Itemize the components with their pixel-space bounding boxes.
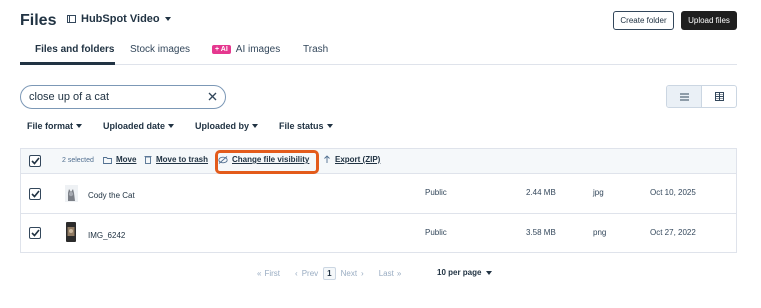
upload-files-button[interactable]: Upload files xyxy=(681,11,737,30)
search-value: close up of a cat xyxy=(29,91,110,103)
top-bar: Files HubSpot Video Create folder Upload… xyxy=(0,0,761,40)
filter-label: Uploaded by xyxy=(195,121,250,131)
chevron-down-icon xyxy=(164,17,171,21)
file-type: png xyxy=(593,228,607,237)
search-input[interactable]: close up of a cat xyxy=(20,85,226,109)
per-page-selector[interactable]: 10 per page xyxy=(437,268,493,277)
highlight-box xyxy=(215,150,319,174)
per-page-label: 10 per page xyxy=(437,268,482,277)
selected-count: 2 selected xyxy=(62,157,94,164)
file-date: Oct 27, 2022 xyxy=(650,228,696,237)
photo-thumbnail xyxy=(66,222,76,242)
current-page[interactable]: 1 xyxy=(323,267,336,280)
file-visibility: Public xyxy=(425,228,447,237)
file-visibility: Public xyxy=(425,188,447,197)
tab-files-and-folders[interactable]: Files and folders xyxy=(20,44,115,65)
view-toggle xyxy=(666,85,737,108)
list-icon xyxy=(679,93,689,100)
filter-label: File status xyxy=(279,121,324,131)
tab-stock-images[interactable]: Stock images xyxy=(130,44,190,65)
next-page-button[interactable]: Next xyxy=(341,269,357,278)
account-selector[interactable]: HubSpot Video xyxy=(67,13,171,25)
page-title: Files xyxy=(20,12,57,29)
export-zip-button[interactable]: Export (ZIP) xyxy=(323,155,380,164)
checkmark-icon xyxy=(30,229,40,237)
row-checkbox[interactable] xyxy=(29,188,41,200)
tab-trash[interactable]: Trash xyxy=(303,44,328,65)
trash-icon xyxy=(144,156,152,164)
tab-bar: Files and folders Stock images + AI AI im… xyxy=(20,40,737,65)
row-checkbox[interactable] xyxy=(29,227,41,239)
filter-label: File format xyxy=(27,121,74,131)
file-type: jpg xyxy=(593,188,604,197)
video-icon xyxy=(67,15,76,23)
chevron-down-icon xyxy=(252,124,259,128)
account-name: HubSpot Video xyxy=(81,13,160,25)
tab-label: AI images xyxy=(235,44,281,55)
close-icon[interactable] xyxy=(207,91,218,102)
filter-uploaded-by[interactable]: Uploaded by xyxy=(195,121,259,131)
chevron-down-icon xyxy=(486,270,493,275)
filter-bar: File format Uploaded date Uploaded by Fi… xyxy=(27,121,333,131)
file-size: 3.58 MB xyxy=(526,228,556,237)
checkmark-icon xyxy=(30,157,40,165)
filter-label: Uploaded date xyxy=(103,121,166,131)
ai-badge: + AI xyxy=(212,45,231,54)
file-name[interactable]: IMG_6242 xyxy=(88,231,125,240)
double-chevron-right-icon: » xyxy=(396,269,402,278)
file-name[interactable]: Cody the Cat xyxy=(88,191,135,200)
pagination: « First ‹ Prev 1 Next › Last » xyxy=(257,267,401,280)
list-view-button[interactable] xyxy=(667,86,702,107)
last-page-button[interactable]: Last xyxy=(379,269,394,278)
create-folder-button[interactable]: Create folder xyxy=(613,11,674,30)
tab-label: Trash xyxy=(303,44,329,55)
grid-icon xyxy=(714,92,724,101)
first-page-button[interactable]: First xyxy=(264,269,280,278)
file-size: 2.44 MB xyxy=(526,188,556,197)
tab-label: Stock images xyxy=(130,44,191,55)
chevron-down-icon xyxy=(168,124,175,128)
table-row[interactable]: IMG_6242 Public 3.58 MB png Oct 27, 2022 xyxy=(21,214,736,252)
move-to-trash-label: Move to trash xyxy=(156,155,209,164)
move-to-trash-button[interactable]: Move to trash xyxy=(144,155,208,164)
chevron-right-icon: › xyxy=(361,269,364,278)
grid-view-button[interactable] xyxy=(702,86,736,107)
bulk-actions-bar: 2 selected Move Move to trash Change fil… xyxy=(21,149,736,174)
folder-icon xyxy=(103,156,112,164)
tab-label: Files and folders xyxy=(35,44,115,55)
chevron-down-icon xyxy=(76,124,83,128)
table-row[interactable]: Cody the Cat Public 2.44 MB jpg Oct 10, … xyxy=(21,174,736,214)
chevron-down-icon xyxy=(326,124,333,128)
select-all-checkbox[interactable] xyxy=(29,155,41,167)
tab-ai-images[interactable]: + AI AI images xyxy=(212,44,280,65)
filter-file-format[interactable]: File format xyxy=(27,121,83,131)
move-label: Move xyxy=(116,155,137,164)
export-zip-label: Export (ZIP) xyxy=(335,155,381,164)
move-button[interactable]: Move xyxy=(103,155,136,164)
chevron-left-icon: ‹ xyxy=(295,269,298,278)
double-chevron-left-icon: « xyxy=(257,269,262,278)
cat-thumbnail xyxy=(65,185,78,202)
export-icon xyxy=(324,155,330,163)
checkmark-icon xyxy=(30,190,40,198)
file-date: Oct 10, 2025 xyxy=(650,188,696,197)
filter-file-status[interactable]: File status xyxy=(279,121,333,131)
filter-uploaded-date[interactable]: Uploaded date xyxy=(103,121,175,131)
files-table: 2 selected Move Move to trash Change fil… xyxy=(20,148,737,253)
prev-page-button[interactable]: Prev xyxy=(302,269,318,278)
